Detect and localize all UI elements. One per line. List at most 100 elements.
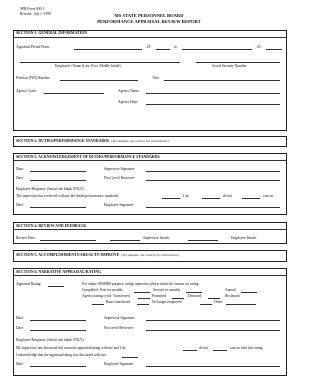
s6-concur: concur with this rating. <box>230 346 264 350</box>
section-1-divider <box>13 37 287 38</box>
reclassed-label: Reclassed <box>225 294 240 298</box>
agency-dept-field[interactable] <box>146 104 280 105</box>
ssn-field[interactable] <box>196 62 280 63</box>
demoted-blank[interactable] <box>208 298 220 299</box>
period-to-label: to <box>174 45 177 49</box>
s3-date1-field[interactable] <box>30 171 86 172</box>
annual-label: Annual <box>225 288 236 292</box>
s6-employee-response: Employee Response: (Initial one blank ON… <box>16 338 85 342</box>
section-3-divider <box>13 160 287 161</box>
s6-supervisor-sig-field[interactable] <box>146 320 280 321</box>
s3-do-blank[interactable] <box>162 198 180 199</box>
form-number: SPB Form 800-1 <box>20 7 45 11</box>
s3-concur: concur. <box>263 194 274 198</box>
review-date-label: Review Date: <box>16 236 36 240</box>
s3-concur-blank[interactable] <box>242 198 260 199</box>
agency-title: MS STATE PERSONNEL BOARD <box>114 13 184 18</box>
s6-acknowledge-statement: I acknowledge that the appraisal/rating … <box>16 353 107 357</box>
first-six-blank[interactable] <box>134 292 150 293</box>
s3-date2-label: Date: <box>16 176 24 180</box>
period-from-year-field[interactable] <box>156 49 170 50</box>
section-4-heading: SECTION 4. REVIEW AND FEEDBACK <box>16 224 87 228</box>
other-label: Other <box>214 300 223 304</box>
agency-dept-label: Agency Dept: <box>118 100 139 104</box>
s3-employee-sig-field[interactable] <box>146 207 280 208</box>
form-title: PERFORMANCE APPRAISAL REVIEW REPORT <box>97 19 201 24</box>
promoted-blank[interactable] <box>172 298 184 299</box>
appraisal-rating-field[interactable] <box>48 286 64 287</box>
s6-discussed-statement: My supervisor has discussed this narrati… <box>16 346 126 350</box>
promoted-label: Promoted <box>152 294 166 298</box>
agency-name-label: Agency Name: <box>118 89 140 93</box>
section-2-heading: SECTION 2. DUTIES/PERFORMANCE STANDARDS … <box>16 139 169 143</box>
s3-i-do: I do <box>183 194 189 198</box>
s3-employee-response: Employee Response: (Initial one blank ON… <box>16 187 85 191</box>
s3-supervisor-sig-field[interactable] <box>146 171 280 172</box>
s3-date3-label: Date: <box>16 203 24 207</box>
s6-employee-sig-field[interactable] <box>146 366 280 367</box>
s6-date2-field[interactable] <box>30 330 86 331</box>
period-to-year-field[interactable] <box>266 49 282 50</box>
s3-reviewed-statement: The supervisor has reviewed with me the … <box>16 194 120 198</box>
employee-name-label: Employee's Name (Last, First, Middle Ini… <box>55 64 121 68</box>
s6-date2-label: Date: <box>16 326 24 330</box>
s6-do-blank[interactable] <box>183 350 197 351</box>
section-1-heading: SECTION 1. GENERAL INFORMATION <box>16 31 88 35</box>
s3-date2-field[interactable] <box>30 180 86 181</box>
other-field[interactable] <box>226 304 256 305</box>
position-label: Position (PIN) Number: <box>16 76 51 80</box>
s6-first-level-label: First level Reviewer: <box>104 326 135 330</box>
ssn-label: Social Security Number <box>212 64 247 68</box>
agency-cycle-transferred: Agency/rating cycle: Transferred <box>82 294 130 298</box>
s3-supervisor-sig-label: Supervisor Signature: <box>104 167 136 171</box>
s6-acknowledge-blank[interactable] <box>122 357 138 358</box>
no-longer-employed-blank[interactable] <box>137 304 149 305</box>
annual-blank[interactable] <box>241 292 257 293</box>
period-from-year-prefix: , 20 <box>145 45 151 49</box>
s6-do-not-blank[interactable] <box>213 350 227 351</box>
agency-code-field[interactable] <box>44 93 104 94</box>
agency-name-field[interactable] <box>146 93 280 94</box>
rating-reason-intro: For online SPAHRS purpose, rating superv… <box>82 282 200 286</box>
period-to-field[interactable] <box>182 49 252 50</box>
other-blank[interactable] <box>200 304 212 305</box>
s6-date3-field[interactable] <box>30 366 86 367</box>
rater-transferred-label: Rater transferred <box>106 300 131 304</box>
s3-first-level-field[interactable] <box>146 180 280 181</box>
supervisor-initials-label: Supervisor Initials <box>143 236 170 240</box>
employee-initials-field[interactable] <box>188 240 218 241</box>
s3-date3-field[interactable] <box>30 207 86 208</box>
second-six-blank[interactable] <box>186 292 202 293</box>
review-date-field[interactable] <box>40 240 96 241</box>
agency-code-label: Agency Code: <box>16 89 37 93</box>
section-6-divider <box>13 275 287 276</box>
s6-supervisor-sig-label: Supervisor Signature: <box>104 316 136 320</box>
demoted-label: Demoted <box>188 294 202 298</box>
no-longer-employed-label: No longer employed <box>152 300 182 304</box>
transferred-blank[interactable] <box>138 298 150 299</box>
section-6-heading: SECTION 6. NARRATIVE APPRAISAL/RATING <box>16 270 102 274</box>
s3-do-not-blank[interactable] <box>202 198 220 199</box>
appraisal-rating-label: Appraisal Rating: <box>16 282 42 286</box>
rater-transferred-blank[interactable] <box>92 304 104 305</box>
s3-do-not: do not <box>223 194 233 198</box>
period-to-year-prefix: , 20 <box>255 45 261 49</box>
second-six-label: Second six months <box>153 288 181 292</box>
s6-first-level-field[interactable] <box>146 330 280 331</box>
employee-initials-label: Employee Initials <box>231 236 257 240</box>
employee-name-field[interactable] <box>20 62 180 63</box>
s3-employee-sig-label: Employee Signature: <box>104 203 135 207</box>
s6-do-not: do not <box>199 346 209 350</box>
s3-first-level-label: First Level Reviewer: <box>104 176 136 180</box>
title-field[interactable] <box>164 80 280 81</box>
section-5-note: (To complete, see reverse for instructio… <box>121 253 180 257</box>
section-3-box <box>13 153 287 215</box>
s6-date1-field[interactable] <box>30 320 86 321</box>
period-from-field[interactable] <box>74 49 142 50</box>
position-field[interactable] <box>60 80 138 81</box>
s6-employee-sig-label: Employee Signature <box>104 362 134 366</box>
section-2-note: (To complete, see reverse for instructio… <box>111 139 169 143</box>
completed-first-six: Completed: First six months <box>82 288 123 292</box>
appraisal-period-label: Appraisal Period From: <box>16 45 50 49</box>
supervisor-initials-field[interactable] <box>110 240 140 241</box>
